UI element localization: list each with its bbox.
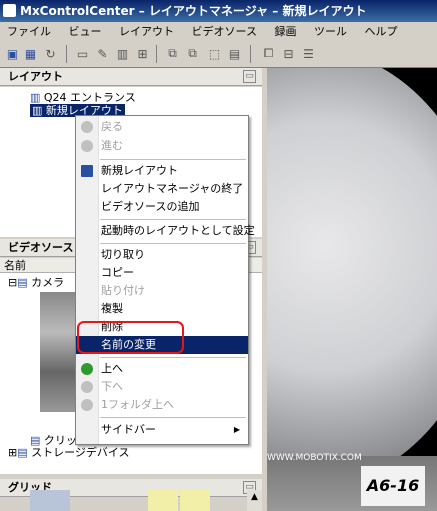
menu-separator [100, 357, 246, 358]
menu-separator [100, 243, 246, 244]
save-icon[interactable]: ▣ [4, 45, 21, 62]
filter-icon[interactable]: ⊟ [280, 45, 297, 62]
storage-folder-icon: ▤ [17, 446, 32, 459]
grid-cell[interactable] [30, 490, 70, 511]
app-icon [3, 4, 16, 17]
toolbar-separator [66, 45, 67, 63]
menu-separator [100, 219, 246, 220]
sign-label: A6-16 [361, 466, 425, 506]
layout-icon: ▥ [32, 104, 46, 117]
up-arrow-icon [81, 363, 93, 375]
display-icon[interactable]: ▤ [226, 45, 243, 62]
grid-panel: ▲ [0, 480, 262, 511]
expand-icon[interactable]: ⊞ [8, 446, 17, 459]
back-icon [81, 121, 93, 133]
menu-tools[interactable]: ツール [307, 22, 354, 41]
menu-bar: ファイル ビュー レイアウト ビデオソース 録画 ツール ヘルプ [0, 22, 437, 41]
menu-item-back[interactable]: 戻る [76, 118, 248, 136]
grid-icon[interactable]: ▥ [114, 45, 131, 62]
video-item-camera[interactable]: ⊟▤ カメラ [8, 276, 64, 289]
menu-item-cut[interactable]: 切り取り [76, 246, 248, 264]
toolbar-separator [250, 45, 251, 63]
layout-icon[interactable]: ▦ [22, 45, 39, 62]
menu-item-duplicate[interactable]: 複製 [76, 300, 248, 318]
camera-thumbnails[interactable] [40, 292, 80, 412]
context-menu: 戻る 進む 新規レイアウト レイアウトマネージャの終了 ビデオソースの追加 起動… [75, 115, 255, 445]
stack-icon[interactable]: ☰ [300, 45, 317, 62]
forward-icon [81, 140, 93, 152]
monitor-icon[interactable]: ▭ [74, 45, 91, 62]
grid-cell[interactable] [148, 490, 178, 511]
menu-separator [100, 417, 246, 418]
menu-separator [100, 159, 246, 160]
menu-view[interactable]: ビュー [62, 22, 109, 41]
camera-folder-icon: ▤ [17, 276, 32, 289]
submenu-arrow-icon: ▶ [233, 425, 240, 434]
menu-item-move-down[interactable]: 下へ [76, 378, 248, 396]
menu-item-move-up[interactable]: 上へ [76, 360, 248, 378]
split-icon[interactable]: ⊞ [134, 45, 151, 62]
menu-item-new-layout[interactable]: 新規レイアウト [76, 162, 248, 180]
menu-item-folder-up[interactable]: 1フォルダ上へ [76, 396, 248, 414]
down-arrow-icon [81, 381, 93, 393]
pen-icon[interactable]: ✎ [94, 45, 111, 62]
menu-layout[interactable]: レイアウト [112, 22, 181, 41]
menu-record[interactable]: 録画 [267, 22, 303, 41]
window-title: MxControlCenter – レイアウトマネージャ – 新規レイアウト [20, 4, 367, 18]
expand-icon[interactable]: ⊟ [8, 276, 17, 289]
fisheye-image [267, 68, 437, 488]
video-caption: WWW.MOBOTIX.COM [267, 453, 362, 463]
folder-up-icon [81, 399, 93, 411]
menu-item-forward[interactable]: 進む [76, 137, 248, 155]
menu-item-copy[interactable]: コピー [76, 264, 248, 282]
window-icon[interactable]: ⧉ [164, 45, 181, 62]
copy-icon[interactable]: ⧠ [260, 45, 277, 62]
menu-file[interactable]: ファイル [0, 22, 58, 41]
select-icon[interactable]: ⬚ [206, 45, 223, 62]
scroll-up-arrow-icon[interactable]: ▲ [247, 490, 262, 511]
annotation-highlight-box [77, 321, 184, 354]
new-layout-icon [81, 165, 93, 177]
menu-item-exit-layout-manager[interactable]: レイアウトマネージャの終了 [76, 180, 248, 198]
pin-icon[interactable]: ▭ [243, 70, 256, 83]
menu-item-paste[interactable]: 貼り付け [76, 282, 248, 300]
menu-item-sidebar[interactable]: サイドバー ▶ [76, 421, 248, 439]
menu-item-set-startup-layout[interactable]: 起動時のレイアウトとして設定 [76, 222, 255, 240]
rotate-icon[interactable]: ↻ [42, 45, 59, 62]
menu-item-add-video-source[interactable]: ビデオソースの追加 [76, 198, 248, 216]
video-item-storage[interactable]: ⊞▤ ストレージデバイス [8, 446, 130, 459]
menu-video-source[interactable]: ビデオソース [185, 22, 264, 41]
video-view[interactable]: A6-16 WWW.MOBOTIX.COM [267, 68, 437, 511]
menu-help[interactable]: ヘルプ [357, 22, 404, 41]
layout-icon: ▥ [30, 91, 44, 104]
toolbar: ▣ ▦ ↻ ▭ ✎ ▥ ⊞ ⧉ ⧉ ⬚ ▤ ⧠ ⊟ ☰ [0, 41, 437, 68]
toolbar-separator [156, 45, 157, 63]
layout-item-q24[interactable]: ▥ Q24 エントランス [30, 91, 136, 104]
layout-panel-header: レイアウト ▭ [0, 68, 262, 86]
grid-cell[interactable] [180, 490, 210, 511]
window2-icon[interactable]: ⧉ [184, 45, 201, 62]
window-title-bar: MxControlCenter – レイアウトマネージャ – 新規レイアウト [0, 0, 437, 22]
